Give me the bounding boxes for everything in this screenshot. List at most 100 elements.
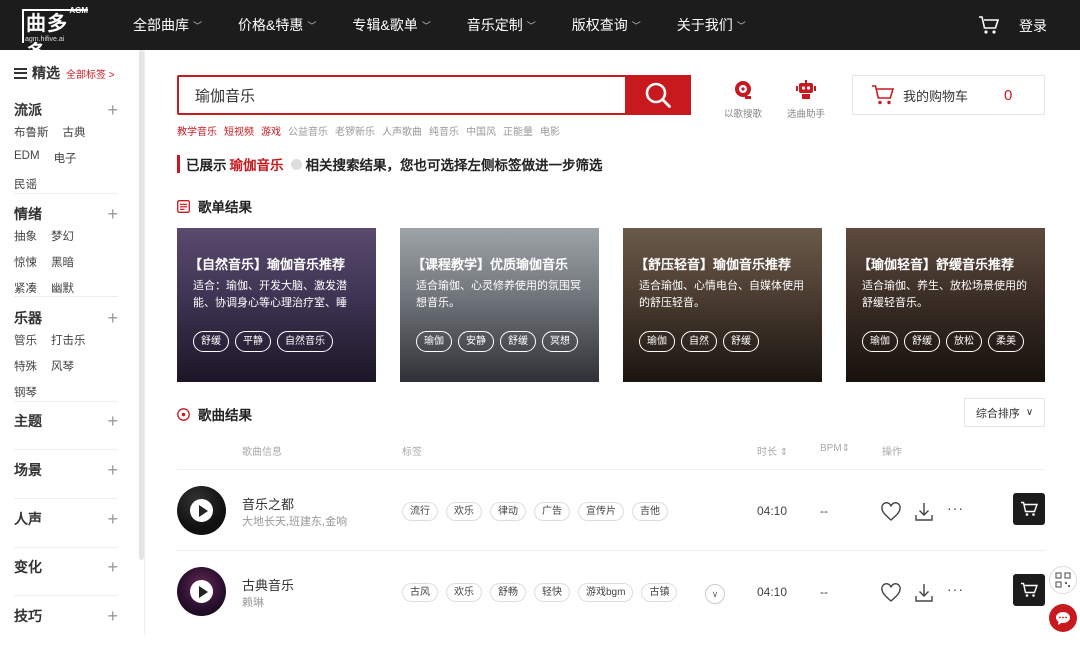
hotword-link[interactable]: 电影: [540, 123, 560, 138]
hotword-link[interactable]: 短视频: [224, 123, 254, 138]
header-duration[interactable]: 时长 ⇕: [757, 443, 788, 458]
plus-icon[interactable]: +: [107, 607, 118, 625]
card-tag[interactable]: 舒缓: [723, 331, 759, 352]
more-icon[interactable]: ···: [947, 500, 964, 516]
section-header[interactable]: 人声 +: [14, 509, 118, 529]
nav-all-library[interactable]: 全部曲库 ﹀: [133, 15, 202, 35]
song-tag[interactable]: 欢乐: [446, 583, 482, 602]
filter-tag[interactable]: 钢琴: [14, 384, 37, 400]
song-artist[interactable]: 大地长天,班建东,金响: [242, 513, 347, 529]
search-button[interactable]: [625, 75, 691, 115]
card-tag[interactable]: 瑜伽: [416, 331, 452, 352]
song-tag[interactable]: 古风: [402, 583, 438, 602]
card-tag[interactable]: 舒缓: [904, 331, 940, 352]
filter-tag[interactable]: 惊悚: [14, 254, 37, 270]
logo[interactable]: 曲多多 AGM agm.hifive.ai: [22, 6, 88, 64]
section-header[interactable]: 变化 +: [14, 557, 118, 577]
song-tag[interactable]: 游戏bgm: [578, 583, 634, 602]
filter-tag[interactable]: 风琴: [51, 358, 74, 374]
expand-tags-icon[interactable]: ∨: [705, 584, 725, 604]
card-tag[interactable]: 瑜伽: [862, 331, 898, 352]
album-cover[interactable]: [177, 486, 226, 535]
song-title[interactable]: 古典音乐: [242, 575, 294, 594]
card-tag[interactable]: 舒缓: [500, 331, 536, 352]
album-cover[interactable]: [177, 567, 226, 616]
add-to-cart-button[interactable]: [1013, 574, 1045, 606]
nav-copyright[interactable]: 版权查询 ﹀: [572, 15, 641, 35]
hotword-link[interactable]: 游戏: [261, 123, 281, 138]
filter-tag[interactable]: 民谣: [14, 176, 37, 192]
card-tag[interactable]: 平静: [235, 331, 271, 352]
song-tag[interactable]: 欢乐: [446, 502, 482, 521]
card-tag[interactable]: 瑜伽: [639, 331, 675, 352]
filter-tag[interactable]: 黑暗: [51, 254, 74, 270]
filter-tag[interactable]: 梦幻: [51, 228, 74, 244]
nav-custom-music[interactable]: 音乐定制 ﹀: [467, 15, 536, 35]
qr-code-button[interactable]: [1049, 566, 1077, 594]
plus-icon[interactable]: +: [107, 510, 118, 528]
song-tag[interactable]: 广告: [534, 502, 570, 521]
filter-tag[interactable]: 打击乐: [51, 332, 86, 348]
more-icon[interactable]: ···: [947, 581, 964, 597]
plus-icon[interactable]: +: [107, 412, 118, 430]
heart-icon[interactable]: [880, 582, 902, 604]
play-icon[interactable]: [190, 580, 213, 603]
section-header[interactable]: 情绪 +: [14, 204, 118, 224]
heart-icon[interactable]: [880, 501, 902, 523]
card-tag[interactable]: 安静: [458, 331, 494, 352]
search-by-song-button[interactable]: 以歌搜歌: [718, 80, 768, 120]
plus-icon[interactable]: +: [107, 205, 118, 223]
song-tag[interactable]: 古镇: [641, 583, 678, 602]
cart-icon[interactable]: [978, 15, 1000, 35]
my-cart-box[interactable]: 我的购物车 0: [852, 75, 1045, 115]
card-tag[interactable]: 自然音乐: [277, 331, 333, 352]
filter-tag[interactable]: 特殊: [14, 358, 37, 374]
nav-pricing[interactable]: 价格&特惠 ﹀: [238, 15, 316, 35]
song-tag[interactable]: 吉他: [632, 502, 668, 521]
music-assistant-button[interactable]: 选曲助手: [781, 80, 831, 120]
nav-about[interactable]: 关于我们 ﹀: [677, 15, 746, 35]
hotword-link[interactable]: 公益音乐: [288, 123, 328, 138]
hotword-link[interactable]: 老锣新乐: [335, 123, 375, 138]
hotword-link[interactable]: 纯音乐: [429, 123, 459, 138]
all-tags-link[interactable]: 全部标签 >: [66, 66, 115, 81]
filter-tag[interactable]: 抽象: [14, 228, 37, 244]
header-bpm[interactable]: BPM⇕: [820, 443, 850, 454]
card-tag[interactable]: 放松: [946, 331, 982, 352]
filter-tag[interactable]: 幽默: [51, 280, 74, 296]
playlist-card[interactable]: 【瑜伽轻音】舒缓音乐推荐 适合瑜伽、养生、放松场景使用的舒缓轻音乐。 瑜伽 舒缓…: [846, 228, 1045, 382]
section-header[interactable]: 流派 +: [14, 100, 118, 120]
hotword-link[interactable]: 教学音乐: [177, 123, 217, 138]
plus-icon[interactable]: +: [107, 101, 118, 119]
card-tag[interactable]: 舒缓: [193, 331, 229, 352]
section-header[interactable]: 场景 +: [14, 460, 118, 480]
filter-tag[interactable]: 布鲁斯: [14, 124, 49, 140]
filter-tag[interactable]: 管乐: [14, 332, 37, 348]
card-tag[interactable]: 冥想: [542, 331, 578, 352]
song-tag[interactable]: 宣传片: [578, 502, 624, 521]
filter-tag[interactable]: EDM: [14, 150, 40, 166]
section-header[interactable]: 主题 +: [14, 411, 118, 431]
login-link[interactable]: 登录: [1019, 16, 1047, 36]
filter-tag[interactable]: 紧凑: [14, 280, 37, 296]
card-tag[interactable]: 自然: [681, 331, 717, 352]
filter-tag[interactable]: 电子: [54, 150, 77, 166]
filter-tag[interactable]: 古典: [63, 124, 86, 140]
search-input[interactable]: [179, 77, 625, 113]
clear-keyword-icon[interactable]: [290, 158, 302, 170]
chat-button[interactable]: [1049, 604, 1077, 632]
plus-icon[interactable]: +: [107, 558, 118, 576]
song-artist[interactable]: 赖琳: [242, 594, 264, 610]
hotword-link[interactable]: 人声歌曲: [382, 123, 422, 138]
playlist-card[interactable]: 【自然音乐】瑜伽音乐推荐 适合：瑜伽、开发大脑、激发潜能、协调身心等心理治疗室、…: [177, 228, 376, 382]
song-tag[interactable]: 轻快: [534, 583, 570, 602]
section-header[interactable]: 乐器 +: [14, 308, 118, 328]
play-icon[interactable]: [190, 499, 213, 522]
card-tag[interactable]: 柔美: [988, 331, 1024, 352]
plus-icon[interactable]: +: [107, 461, 118, 479]
playlist-card[interactable]: 【舒压轻音】瑜伽音乐推荐 适合瑜伽、心情电台、自媒体使用的舒压轻音。 瑜伽 自然…: [623, 228, 822, 382]
hotword-link[interactable]: 中国风: [466, 123, 496, 138]
plus-icon[interactable]: +: [107, 309, 118, 327]
song-tag[interactable]: 流行: [402, 502, 438, 521]
song-title[interactable]: 音乐之都: [242, 494, 294, 513]
